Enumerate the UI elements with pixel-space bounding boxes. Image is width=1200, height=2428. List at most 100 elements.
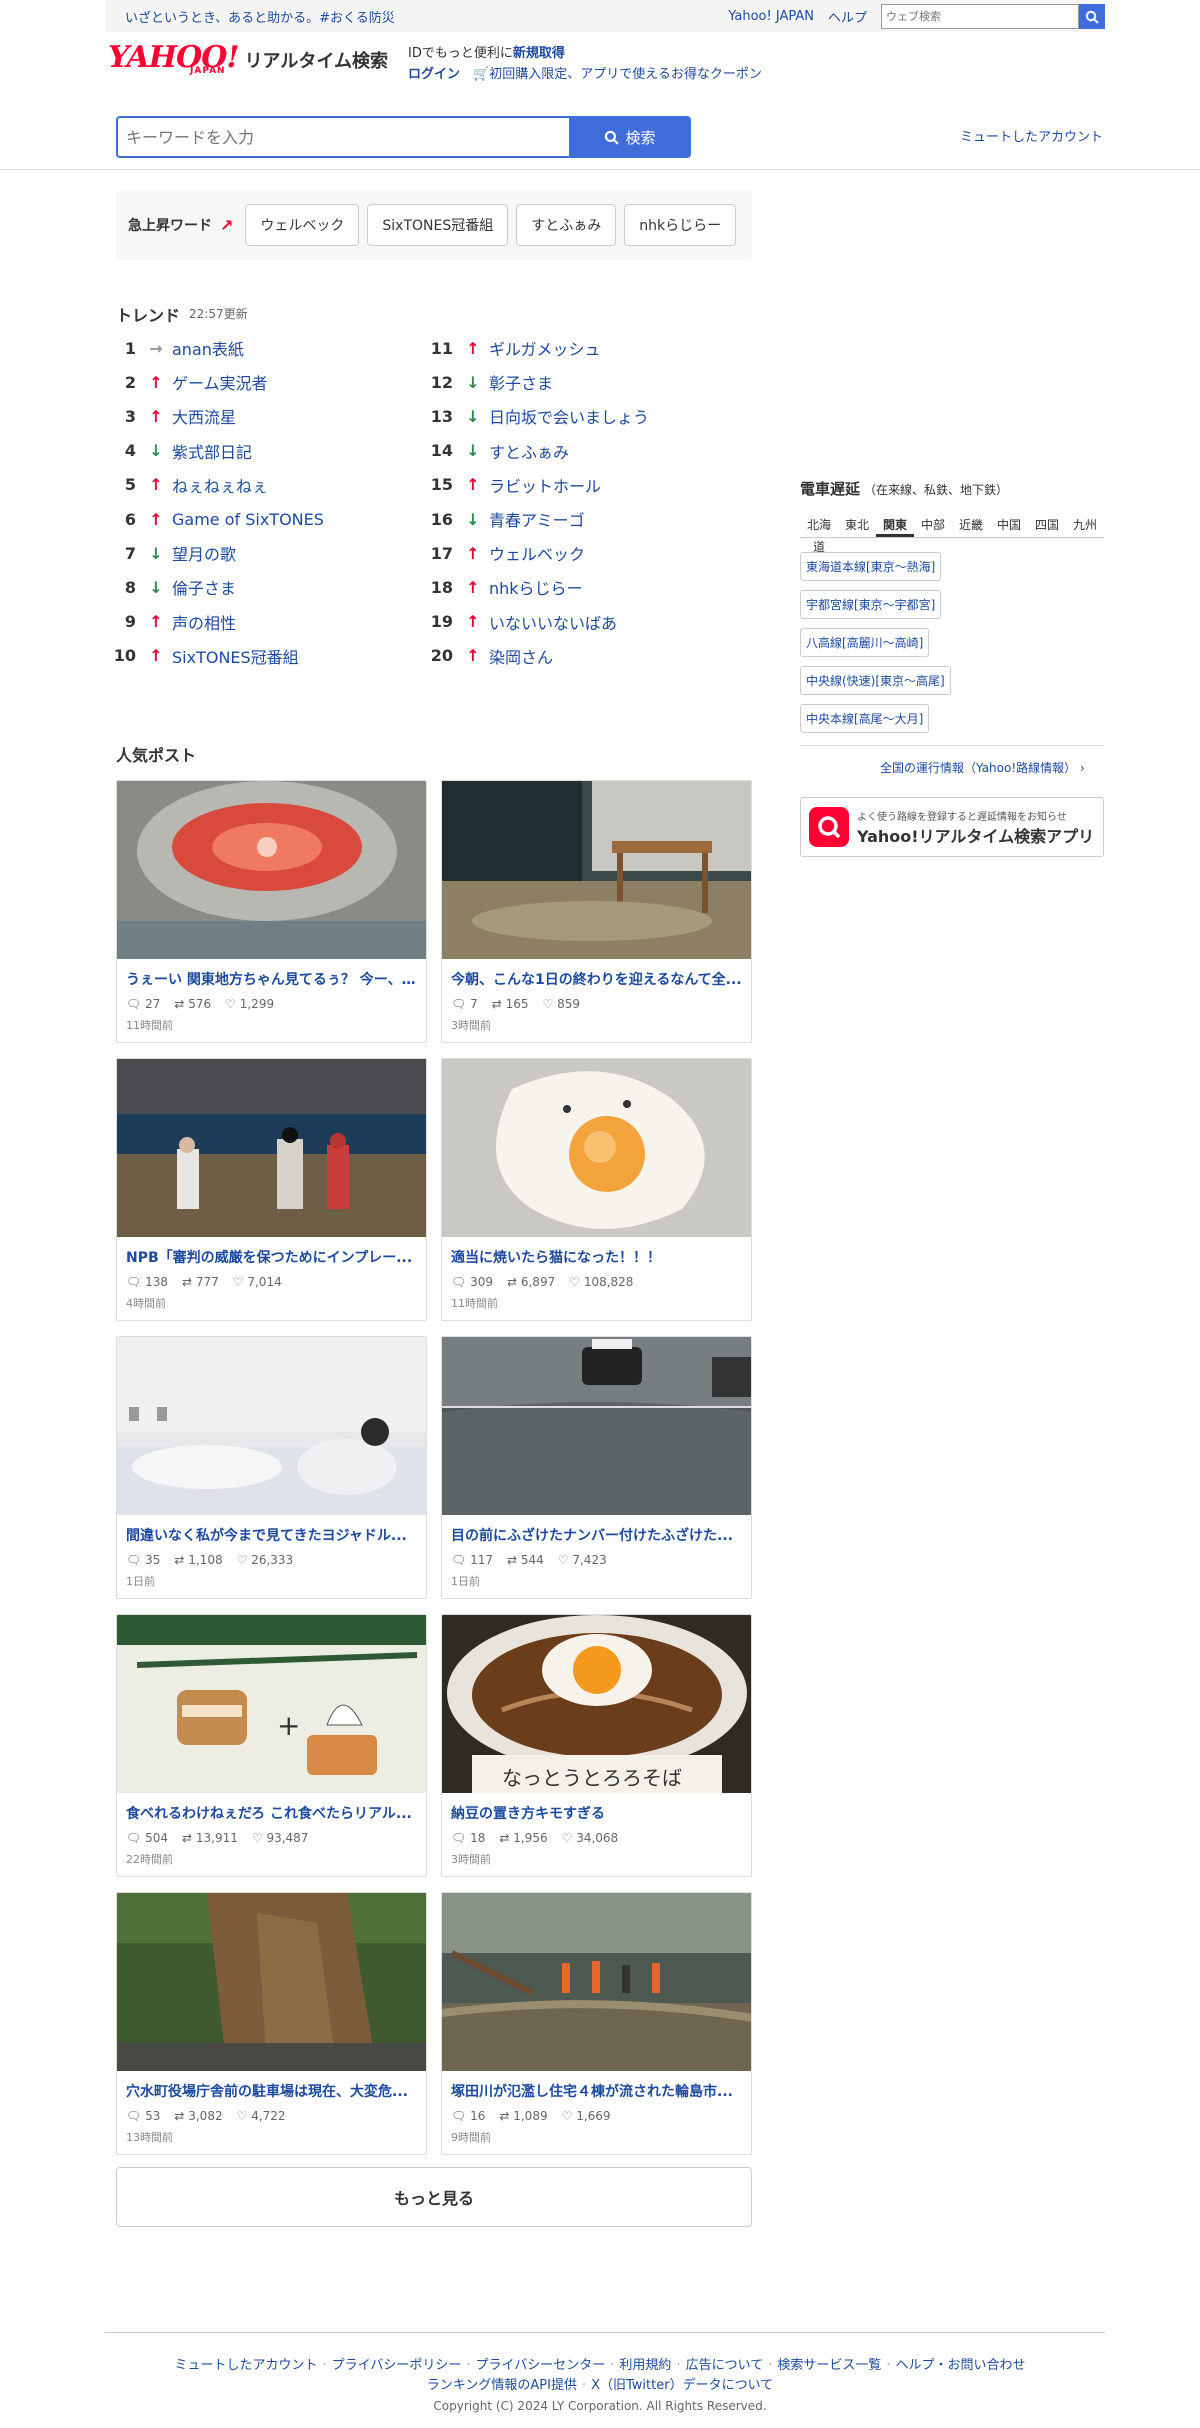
trend-keyword-link[interactable]: anan表紙 (172, 336, 244, 360)
trend-keyword-link[interactable]: 青春アミーゴ (489, 507, 585, 531)
post-card[interactable]: 穴水町役場庁舎前の駐車場は現在、大変危... 🗨 53 ⇄ 3,082 ♡ 4,722… (116, 1892, 427, 2155)
region-tab[interactable]: 中国 (990, 514, 1028, 537)
region-tab[interactable]: 東北 (838, 514, 876, 537)
trend-keyword-link[interactable]: ギルガメッシュ (489, 336, 601, 360)
post-card[interactable]: 塚田川が氾濫し住宅４棟が流された輪島市... 🗨 16 ⇄ 1,089 ♡ 1,669… (441, 1892, 752, 2155)
trend-item[interactable]: 15 ↑ ラビットホール (425, 468, 725, 502)
footer-link[interactable]: 検索サービス一覧 (777, 2358, 881, 2373)
post-title[interactable]: 食べれるわけねぇだろ これ食べたらリアル... (117, 1793, 426, 1823)
trend-item[interactable]: 13 ↓ 日向坂で会いましょう (425, 399, 725, 433)
post-image[interactable]: + (117, 1615, 426, 1793)
search-button[interactable]: 検索 (569, 116, 691, 158)
post-image[interactable] (442, 1059, 751, 1237)
post-title[interactable]: 塚田川が氾濫し住宅４棟が流された輪島市... (442, 2071, 751, 2101)
footer-link[interactable]: ヘルプ・お問い合わせ (896, 2358, 1026, 2373)
trend-item[interactable]: 16 ↓ 青春アミーゴ (425, 502, 725, 536)
footer-link[interactable]: 広告について (686, 2358, 764, 2373)
post-title[interactable]: 間違いなく私が今まで見てきたヨジャドル... (117, 1515, 426, 1545)
post-card[interactable]: 適当に焼いたら猫になった！！！ 🗨 309 ⇄ 6,897 ♡ 108,828 11時間… (441, 1058, 752, 1321)
footer-link[interactable]: プライバシーポリシー (332, 2358, 462, 2373)
region-tab[interactable]: 近畿 (952, 514, 990, 537)
post-image[interactable] (117, 1893, 426, 2071)
trend-keyword-link[interactable]: 彰子さま (489, 370, 553, 394)
footer-link[interactable]: プライバシーセンター (476, 2358, 606, 2373)
signup-link[interactable]: 新規取得 (513, 46, 565, 61)
post-image[interactable] (117, 1059, 426, 1237)
trend-keyword-link[interactable]: いないいないばあ (489, 610, 617, 634)
post-title[interactable]: 目の前にふざけたナンバー付けたふざけた... (442, 1515, 751, 1545)
post-title[interactable]: 納豆の置き方キモすぎる (442, 1793, 751, 1823)
trend-keyword-link[interactable]: すとふぁみ (489, 439, 569, 463)
web-search-input[interactable] (881, 4, 1079, 29)
post-card[interactable]: NPB「審判の威厳を保つためにインプレー... 🗨 138 ⇄ 777 ♡ 7,014… (116, 1058, 427, 1321)
post-card[interactable]: なっとうとろろそば 納豆の置き方キモすぎる 🗨 18 ⇄ 1,956 ♡ 34,068 3… (441, 1614, 752, 1877)
rising-word-chip[interactable]: すとふぁみ (516, 204, 617, 246)
region-tab[interactable]: 九州 (1066, 514, 1104, 537)
delayed-line-link[interactable]: 宇都宮線[東京〜宇都宮] (800, 590, 942, 619)
realtime-app-banner[interactable]: よく使う路線を登録すると遅延情報をお知らせ Yahoo!リアルタイム検索アプリ (800, 797, 1104, 857)
rising-word-chip[interactable]: nhkらじらー (624, 204, 737, 246)
delayed-line-link[interactable]: 八高線[高麗川〜高崎] (800, 628, 930, 657)
trend-item[interactable]: 9 ↑ 声の相性 (108, 605, 408, 639)
trend-keyword-link[interactable]: ウェルベック (489, 541, 585, 565)
trend-item[interactable]: 20 ↑ 染岡さん (425, 639, 725, 673)
trend-keyword-link[interactable]: SixTONES冠番組 (172, 644, 299, 668)
post-card[interactable]: + 食べれるわけねぇだろ これ食べたらリアル... 🗨 504 ⇄ 13,911 ♡ 9… (116, 1614, 427, 1877)
post-title[interactable]: 適当に焼いたら猫になった！！！ (442, 1237, 751, 1267)
footer-link[interactable]: 利用規約 (619, 2358, 671, 2373)
trend-keyword-link[interactable]: 倫子さま (172, 575, 236, 599)
footer-link[interactable]: X（旧Twitter）データについて (591, 2378, 773, 2393)
trend-keyword-link[interactable]: 紫式部日記 (172, 439, 252, 463)
login-link[interactable]: ログイン (408, 67, 460, 82)
rising-word-chip[interactable]: SixTONES冠番組 (367, 204, 509, 246)
trend-keyword-link[interactable]: 大西流星 (172, 404, 236, 428)
trend-item[interactable]: 18 ↑ nhkらじらー (425, 570, 725, 604)
yahoo-realtime-logo[interactable]: YAHOO! JAPAN リアルタイム検索 (108, 42, 388, 82)
trend-keyword-link[interactable]: ラビットホール (489, 473, 601, 497)
delayed-line-link[interactable]: 中央線(快速)[東京〜高尾] (800, 666, 951, 695)
post-title[interactable]: うぇーい 関東地方ちゃん見てるぅ？ 今ー、... (117, 959, 426, 989)
delayed-line-link[interactable]: 中央本線[高尾〜大月] (800, 704, 930, 733)
trend-keyword-link[interactable]: 望月の歌 (172, 541, 236, 565)
post-title[interactable]: 今朝、こんな1日の終わりを迎えるなんて全... (442, 959, 751, 989)
keyword-search-input[interactable] (116, 116, 569, 158)
help-link[interactable]: ヘルプ (828, 7, 867, 26)
trend-keyword-link[interactable]: Game of SixTONES (172, 510, 324, 529)
show-more-button[interactable]: もっと見る (116, 2167, 752, 2227)
trend-keyword-link[interactable]: 声の相性 (172, 610, 236, 634)
disaster-prep-notice-link[interactable]: いざというとき、あると助かる。#おくる防災 (125, 7, 395, 26)
post-title[interactable]: NPB「審判の威厳を保つためにインプレー... (117, 1237, 426, 1267)
post-title[interactable]: 穴水町役場庁舎前の駐車場は現在、大変危... (117, 2071, 426, 2101)
trend-keyword-link[interactable]: 染岡さん (489, 644, 553, 668)
trend-keyword-link[interactable]: ねぇねぇねぇ (172, 473, 268, 497)
post-card[interactable]: うぇーい 関東地方ちゃん見てるぅ？ 今ー、... 🗨 27 ⇄ 576 ♡ 1,299… (116, 780, 427, 1043)
trend-keyword-link[interactable]: 日向坂で会いましょう (489, 404, 649, 428)
footer-link[interactable]: ミュートしたアカウント (174, 2358, 317, 2373)
delayed-line-link[interactable]: 東海道本線[東京〜熱海] (800, 552, 942, 581)
post-image[interactable] (442, 1337, 751, 1515)
trend-item[interactable]: 12 ↓ 彰子さま (425, 365, 725, 399)
trend-item[interactable]: 1 → anan表紙 (108, 331, 408, 365)
post-card[interactable]: 目の前にふざけたナンバー付けたふざけた... 🗨 117 ⇄ 544 ♡ 7,423 1… (441, 1336, 752, 1599)
post-card[interactable]: 今朝、こんな1日の終わりを迎えるなんて全... 🗨 7 ⇄ 165 ♡ 859 3時間前 (441, 780, 752, 1043)
web-search-button[interactable] (1079, 4, 1105, 29)
post-image[interactable]: なっとうとろろそば (442, 1615, 751, 1793)
post-card[interactable]: 間違いなく私が今まで見てきたヨジャドル... 🗨 35 ⇄ 1,108 ♡ 26,33… (116, 1336, 427, 1599)
post-image[interactable] (442, 781, 751, 959)
trend-keyword-link[interactable]: ゲーム実況者 (172, 370, 268, 394)
trend-item[interactable]: 10 ↑ SixTONES冠番組 (108, 639, 408, 673)
trend-keyword-link[interactable]: nhkらじらー (489, 575, 583, 599)
trend-item[interactable]: 7 ↓ 望月の歌 (108, 536, 408, 570)
region-tab[interactable]: 四国 (1028, 514, 1066, 537)
trend-item[interactable]: 2 ↑ ゲーム実況者 (108, 365, 408, 399)
trend-item[interactable]: 17 ↑ ウェルベック (425, 536, 725, 570)
region-tab[interactable]: 中部 (914, 514, 952, 537)
trend-item[interactable]: 8 ↓ 倫子さま (108, 570, 408, 604)
rising-word-chip[interactable]: ウェルベック (245, 204, 360, 246)
trend-item[interactable]: 19 ↑ いないいないばあ (425, 605, 725, 639)
region-tab[interactable]: 北海道 (800, 514, 838, 554)
trend-item[interactable]: 6 ↑ Game of SixTONES (108, 502, 408, 536)
yahoo-japan-link[interactable]: Yahoo! JAPAN (728, 9, 814, 24)
muted-accounts-link[interactable]: ミュートしたアカウント (960, 126, 1103, 145)
nationwide-info-link[interactable]: 全国の運行情報（Yahoo!路線情報） › (880, 759, 1085, 776)
